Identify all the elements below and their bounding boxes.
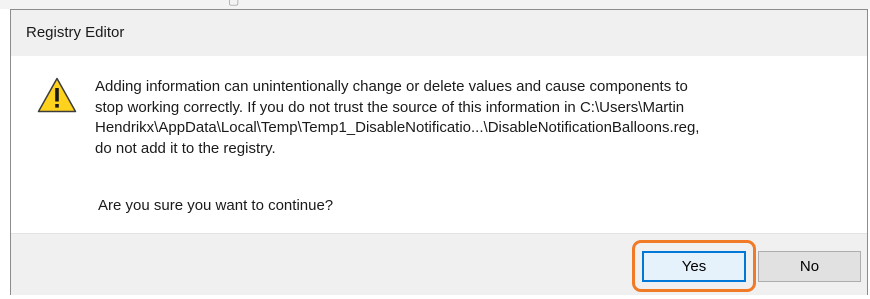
dialog-title: Registry Editor xyxy=(26,24,125,41)
registry-editor-dialog: Registry Editor Adding information can u… xyxy=(10,9,868,295)
message-line: Adding information can unintentionally c… xyxy=(95,78,688,95)
message-line: stop working correctly. If you do not tr… xyxy=(95,98,685,116)
dialog-titlebar: Registry Editor xyxy=(11,10,867,56)
confirmation-question: Are you sure you want to continue? xyxy=(98,197,334,214)
dialog-message: Adding information can unintentionally c… xyxy=(95,77,865,159)
yes-button[interactable]: Yes xyxy=(642,251,746,282)
background-partial-text: ▢ xyxy=(228,0,240,7)
message-line: Hendrikx\AppData\Local\Temp\Temp1_Disabl… xyxy=(95,119,700,136)
no-button[interactable]: No xyxy=(758,251,861,282)
dialog-button-bar: Yes No xyxy=(11,233,867,295)
background-window-strip: ▢ xyxy=(0,0,870,9)
message-line: do not add it to the registry. xyxy=(95,139,276,157)
warning-icon xyxy=(37,77,77,113)
